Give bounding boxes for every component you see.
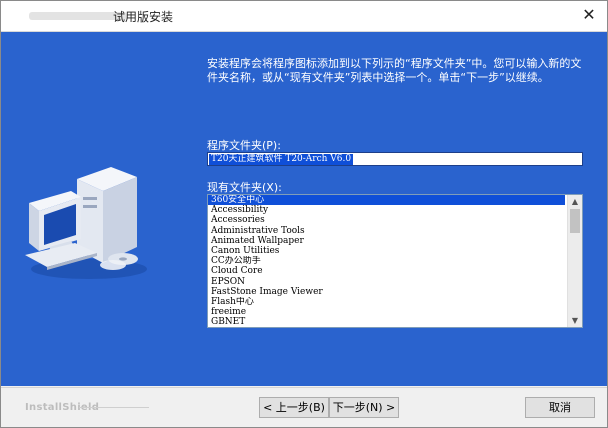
computer-illustration-icon: [25, 167, 147, 279]
list-item[interactable]: Canon Utilities: [208, 246, 565, 256]
scroll-up-icon[interactable]: ▲: [568, 195, 582, 208]
footer-divider: [79, 407, 149, 408]
existing-folders-label: 现有文件夹(X):: [207, 181, 282, 194]
existing-folders-list[interactable]: 360安全中心 Accessibility Accessories Administr…: [207, 194, 583, 328]
installer-window: 试用版安装 ✕ 安装程序会将程序图标添加到以下列示的“程序文件夹”中。您可以输入…: [0, 0, 608, 428]
list-item[interactable]: Cloud Core: [208, 266, 565, 276]
list-item[interactable]: EPSON: [208, 277, 565, 287]
title-bar[interactable]: 试用版安装 ✕: [1, 1, 607, 32]
intro-text: 安装程序会将程序图标添加到以下列示的“程序文件夹”中。您可以输入新的文件夹名称，…: [207, 57, 582, 84]
program-folder-label: 程序文件夹(P):: [207, 139, 281, 152]
list-item[interactable]: Animated Wallpaper: [208, 236, 565, 246]
list-item[interactable]: CC办公助手: [208, 256, 565, 266]
close-icon: ✕: [582, 5, 596, 24]
list-item[interactable]: Accessories: [208, 215, 565, 225]
list-item[interactable]: Flash中心: [208, 297, 565, 307]
list-scrollbar[interactable]: ▲ ▼: [567, 195, 582, 327]
list-item[interactable]: freeime: [208, 307, 565, 317]
list-item[interactable]: FastStone Image Viewer: [208, 287, 565, 297]
list-item[interactable]: 360安全中心: [208, 195, 565, 206]
button-bar: InstallShield < 上一步(B) 下一步(N) > 取消: [1, 387, 607, 427]
list-items-container: 360安全中心 Accessibility Accessories Administr…: [208, 195, 582, 327]
program-folder-input[interactable]: T20天正建筑软件 T20-Arch V6.0: [207, 152, 583, 166]
back-button[interactable]: < 上一步(B): [259, 397, 329, 418]
next-button[interactable]: 下一步(N) >: [329, 397, 399, 418]
window-title: 试用版安装: [113, 10, 174, 24]
program-folder-value: T20天正建筑软件 T20-Arch V6.0: [209, 154, 354, 165]
list-item[interactable]: Accessibility: [208, 205, 565, 215]
list-item[interactable]: GBNET: [208, 317, 565, 327]
close-button[interactable]: ✕: [577, 4, 601, 26]
scroll-thumb[interactable]: [570, 209, 580, 233]
cancel-button[interactable]: 取消: [525, 397, 595, 418]
scroll-down-icon[interactable]: ▼: [568, 314, 582, 327]
list-item[interactable]: Administrative Tools: [208, 226, 565, 236]
